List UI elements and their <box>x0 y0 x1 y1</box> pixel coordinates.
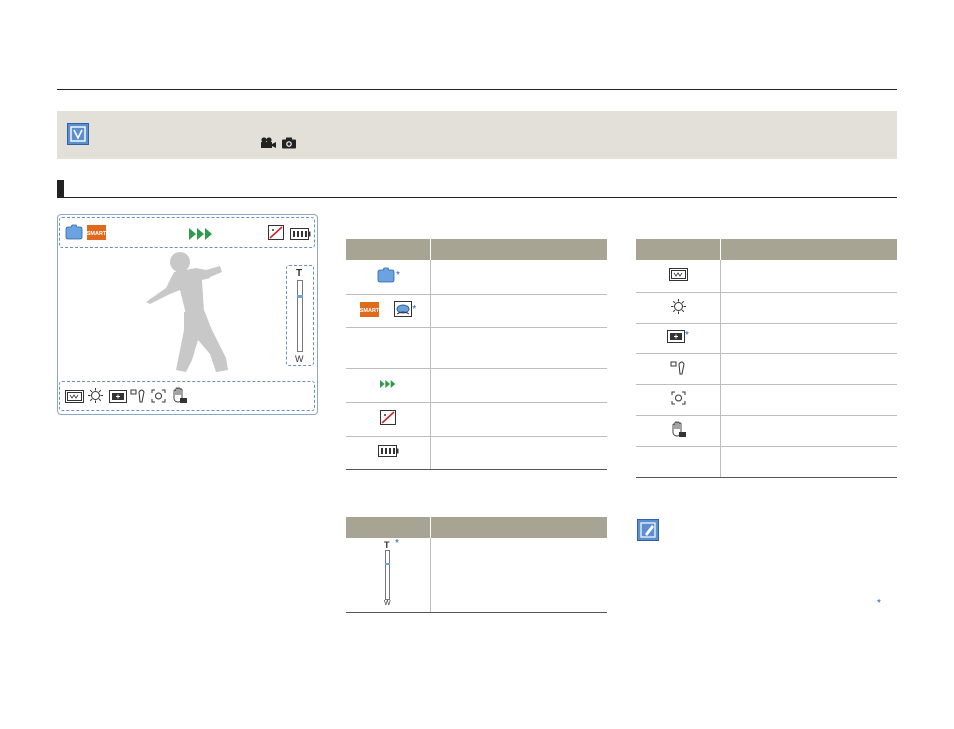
star-marker: * <box>395 538 399 549</box>
zoom-tele-label: T <box>384 540 390 550</box>
anti-shake-icon <box>151 389 166 408</box>
svg-text:SMART: SMART <box>360 308 379 314</box>
dancer-silhouette <box>140 250 240 385</box>
table-row <box>346 402 607 437</box>
focus-icon <box>670 361 685 374</box>
section-marker <box>57 180 64 197</box>
table-icon-cell <box>346 436 431 470</box>
table-zoom-bar <box>385 550 390 600</box>
table-row <box>636 384 897 416</box>
card-status-icon <box>268 225 284 245</box>
table-header-description <box>720 239 897 260</box>
table-description-cell <box>720 323 897 354</box>
battery-icon <box>377 445 398 457</box>
smart-auto-icon: SMART <box>359 302 380 317</box>
top-rule <box>57 89 897 90</box>
table-row <box>346 436 607 470</box>
table-description-cell <box>430 327 607 369</box>
note-pencil-icon <box>637 519 659 541</box>
underwater-icon <box>394 301 413 317</box>
star-marker: * <box>396 270 400 282</box>
fast-forward-icon <box>189 227 213 245</box>
icon-table-bottom-left: T * W <box>346 517 607 613</box>
table-icon-cell: * <box>346 260 431 295</box>
focus-icon <box>130 388 147 408</box>
table-icon-cell <box>346 327 431 369</box>
card-status-icon <box>380 410 396 425</box>
star-marker: * <box>412 304 417 315</box>
table-icon-cell <box>636 260 721 293</box>
table-header-icon <box>636 239 721 260</box>
zoom-wide-label: W <box>384 600 391 607</box>
icon-table-top-left: * SMART * <box>346 239 607 470</box>
table-header-description <box>430 239 607 260</box>
table-description-cell <box>720 446 897 478</box>
section-rule <box>57 197 897 198</box>
hand-shake-icon <box>171 387 188 409</box>
table-icon-cell <box>346 402 431 437</box>
backlight-icon <box>667 330 686 343</box>
exposure-icon <box>88 388 103 408</box>
table-description-cell <box>430 538 607 613</box>
lcd-zoom-bar <box>297 280 303 352</box>
table-description-cell <box>430 436 607 470</box>
hand-shake-icon <box>672 421 686 437</box>
icon-table-right: * <box>636 239 897 478</box>
table-row <box>346 368 607 403</box>
table-icon-cell <box>636 384 721 416</box>
exposure-icon <box>670 298 686 314</box>
white-balance-icon <box>65 390 84 408</box>
table-icon-cell <box>346 368 431 403</box>
anti-shake-icon <box>671 391 685 405</box>
table-row <box>346 327 607 369</box>
photo-camera-icon <box>281 136 297 154</box>
info-banner <box>57 111 897 159</box>
zoom-tele-label: T <box>296 268 303 279</box>
table-row: T * W <box>346 538 607 613</box>
table-row <box>636 446 897 478</box>
svg-text:SMART: SMART <box>87 231 106 237</box>
table-icon-cell <box>636 415 721 447</box>
white-balance-icon <box>668 267 688 281</box>
table-description-cell <box>720 353 897 385</box>
star-marker: * <box>685 330 689 341</box>
table-row: * <box>636 323 897 354</box>
table-description-cell <box>430 402 607 437</box>
table-description-cell <box>430 368 607 403</box>
table-icon-cell: SMART * <box>346 294 431 328</box>
fast-forward-icon <box>380 379 396 388</box>
table-row <box>636 415 897 447</box>
table-row <box>636 353 897 385</box>
smart-auto-icon: SMART <box>87 225 107 245</box>
backlight-icon <box>109 390 127 408</box>
checkmark-icon <box>67 123 89 145</box>
table-icon-cell: * <box>636 323 721 354</box>
table-description-cell <box>430 294 607 328</box>
battery-icon <box>290 227 311 245</box>
table-description-cell <box>720 384 897 416</box>
table-header-description <box>430 517 607 538</box>
table-icon-cell <box>636 292 721 324</box>
table-icon-cell <box>636 446 721 478</box>
table-description-cell <box>720 260 897 293</box>
table-icon-cell <box>636 353 721 385</box>
table-description-cell <box>720 415 897 447</box>
table-row <box>636 292 897 324</box>
table-header-icon <box>346 239 431 260</box>
table-icon-cell: T * W <box>346 538 431 613</box>
scene-mode-icon <box>64 224 84 245</box>
zoom-wide-label: W <box>295 354 304 364</box>
table-header-icon <box>346 517 431 538</box>
table-description-cell <box>720 292 897 324</box>
video-camera-icon <box>260 136 277 154</box>
note-star-marker: * <box>877 598 881 609</box>
table-description-cell <box>430 260 607 295</box>
table-row <box>636 260 897 293</box>
table-row: SMART * <box>346 294 607 328</box>
scene-mode-icon <box>377 267 395 283</box>
table-row: * <box>346 260 607 295</box>
